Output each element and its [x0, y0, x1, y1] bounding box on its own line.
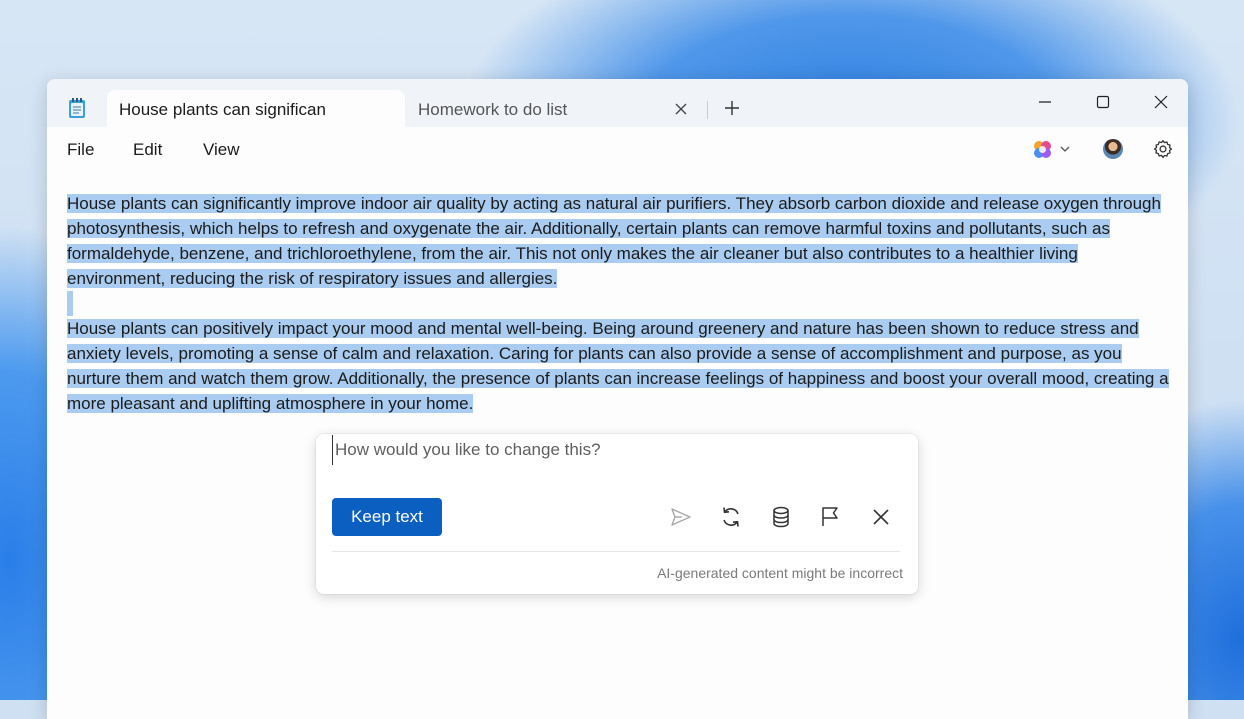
close-icon	[1154, 95, 1168, 109]
text-editor[interactable]: House plants can significantly improve i…	[67, 191, 1177, 416]
tab-separator	[707, 101, 708, 119]
database-icon[interactable]	[769, 505, 793, 529]
rewrite-prompt-input[interactable]	[332, 435, 895, 465]
tab-homework[interactable]: Homework to do list	[409, 90, 699, 124]
maximize-icon	[1096, 95, 1110, 109]
menu-file[interactable]: File	[67, 140, 94, 160]
tab-active[interactable]: House plants can significan	[107, 90, 405, 128]
title-bar: House plants can significan Homework to …	[47, 79, 1188, 128]
flag-icon[interactable]	[818, 505, 842, 529]
paragraph: House plants can significantly improve i…	[67, 191, 1177, 291]
popup-divider	[332, 551, 900, 552]
selected-text: House plants can positively impact your …	[67, 319, 1169, 413]
keep-text-button[interactable]: Keep text	[332, 498, 442, 536]
minimize-button[interactable]	[1023, 90, 1067, 114]
selected-text: House plants can significantly improve i…	[67, 194, 1161, 288]
maximize-button[interactable]	[1081, 90, 1125, 114]
send-icon[interactable]	[669, 505, 693, 529]
tab-label: House plants can significan	[119, 100, 326, 119]
menu-view[interactable]: View	[203, 140, 240, 160]
minimize-icon	[1039, 101, 1051, 103]
notepad-icon	[69, 98, 85, 118]
notepad-window: House plants can significan Homework to …	[47, 79, 1188, 719]
plus-icon[interactable]	[723, 99, 741, 117]
menu-edit[interactable]: Edit	[133, 140, 162, 160]
refresh-icon[interactable]	[719, 505, 743, 529]
close-icon[interactable]	[869, 505, 893, 529]
menu-bar: File Edit View	[47, 127, 1188, 173]
gear-icon[interactable]	[1152, 138, 1174, 160]
avatar[interactable]	[1103, 139, 1123, 159]
selected-blank-line	[67, 291, 73, 316]
tab-label: Homework to do list	[418, 100, 568, 119]
paragraph: House plants can positively impact your …	[67, 316, 1177, 416]
close-tab-icon[interactable]	[674, 102, 688, 116]
close-window-button[interactable]	[1139, 90, 1183, 114]
copilot-icon	[1034, 141, 1070, 158]
copilot-button[interactable]	[1031, 137, 1075, 163]
ai-disclaimer: AI-generated content might be incorrect	[657, 565, 903, 581]
rewrite-popup: Keep text AI-generated content might be …	[316, 434, 918, 594]
